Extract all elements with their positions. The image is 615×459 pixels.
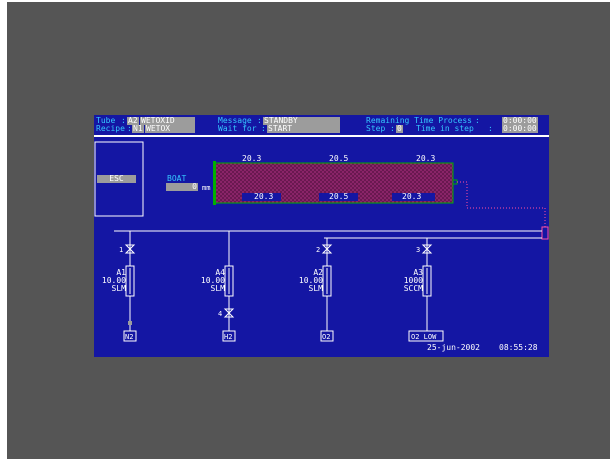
mfc-a1-unit: SLM: [111, 284, 126, 293]
source-o2-label: O2: [322, 333, 331, 341]
valve-3-label: 3: [416, 246, 421, 254]
boat-label: BOAT: [167, 174, 187, 183]
source-h2-label: H2: [224, 333, 233, 341]
valve-1-label: 1: [119, 246, 124, 254]
zone-1-temp-actual: 20.3: [242, 193, 282, 201]
esc-button[interactable]: ESC: [97, 175, 136, 183]
zone-2-temp-setpoint: 20.5: [329, 154, 349, 163]
mfc-a4-unit: SLM: [210, 284, 225, 293]
zone-1-temp-setpoint: 20.3: [242, 154, 262, 163]
exhaust-line: [457, 181, 546, 227]
zone-3-temp-setpoint: 20.3: [416, 154, 436, 163]
n2-node: [128, 321, 132, 325]
mfc-a3-unit: SCCM: [403, 284, 423, 293]
zone-2-temp-actual: 20.5: [319, 193, 359, 201]
monitor-frame: Tube : A2 WETOXID Message : STANDBY Rema…: [7, 2, 610, 459]
furnace-door: [213, 161, 216, 205]
boat-unit: mm: [202, 184, 211, 192]
process-screen: Tube : A2 WETOXID Message : STANDBY Rema…: [94, 115, 549, 357]
footer-time: 08:55:28: [499, 343, 538, 352]
source-o2-low-label: O2 LOW: [411, 333, 437, 341]
manifold-connector: [541, 226, 549, 240]
footer-date: 25-jun-2002: [427, 343, 480, 352]
process-diagram: [94, 141, 549, 342]
valve-4-label: 4: [218, 310, 223, 318]
furnace-port: [452, 179, 458, 185]
mfc-a2-unit: SLM: [308, 284, 323, 293]
source-n2-label: N2: [125, 333, 134, 341]
zone-3-temp-actual: 20.3: [392, 193, 436, 201]
boat-position-value: 0: [166, 183, 198, 191]
valve-2-label: 2: [316, 246, 321, 254]
